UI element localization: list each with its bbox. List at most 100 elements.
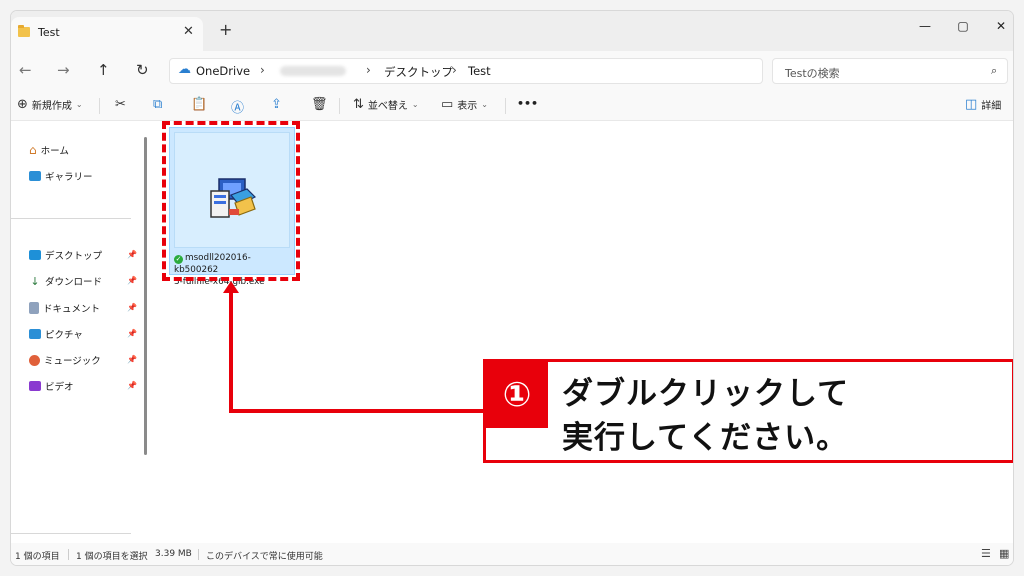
sidebar-item-label: ピクチャ [45, 330, 83, 341]
navigation-pane: ⌂ ホーム ギャラリー デスクトップ 📌 ↓ ダウンロード 📌 ドキュメント 📌… [11, 121, 141, 541]
chevron-down-icon: ⌄ [481, 100, 488, 109]
search-input[interactable]: Testの検索 ⌕ [772, 58, 1008, 84]
picture-icon [29, 329, 41, 339]
sidebar-item-label: デスクトップ [45, 251, 103, 262]
item-count: 1 個の項目 [15, 552, 60, 562]
forward-button[interactable]: → [57, 61, 70, 79]
arrow-line-horizontal [229, 409, 483, 413]
view-icon: ▭ [441, 97, 454, 112]
tab-title: Test [38, 26, 60, 39]
sidebar-item-label: ダウンロード [45, 277, 103, 288]
selected-count: 1 個の項目を選択 [76, 552, 148, 562]
pin-icon: 📌 [127, 381, 137, 390]
sidebar-item-label: ドキュメント [43, 304, 101, 315]
pin-icon: 📌 [127, 250, 137, 259]
home-icon: ⌂ [29, 143, 37, 157]
sidebar-item-label: ビデオ [45, 382, 74, 393]
rename-icon[interactable]: Ⓐ [231, 97, 244, 116]
refresh-button[interactable]: ↻ [136, 61, 149, 79]
new-button[interactable]: ⊕ 新規作成 ⌄ [17, 97, 83, 112]
sort-button[interactable]: ⇅ 並べ替え ⌄ [353, 97, 419, 112]
video-icon [29, 381, 41, 391]
divider [198, 549, 199, 560]
breadcrumb-separator[interactable]: › [452, 63, 457, 77]
sidebar-item-videos[interactable]: ビデオ [29, 379, 74, 393]
sidebar-item-documents[interactable]: ドキュメント [29, 301, 100, 315]
sidebar-scrollbar[interactable] [144, 137, 147, 455]
back-button[interactable]: ← [19, 61, 32, 79]
divider [99, 98, 100, 114]
address-row: ← → ↑ ↻ ☁ OneDrive › › デスクトップ › Test Tes… [11, 51, 1013, 91]
list-view-icon[interactable]: ☰ [981, 547, 991, 560]
new-tab-button[interactable]: + [219, 20, 232, 39]
details-pane-icon: ◫ [965, 97, 978, 112]
pin-icon: 📌 [127, 329, 137, 338]
explorer-window: Test ✕ + — ▢ ✕ ← → ↑ ↻ ☁ OneDrive › › デス… [10, 10, 1014, 566]
title-bar: Test ✕ + — ▢ ✕ [11, 11, 1013, 51]
pin-icon: 📌 [127, 355, 137, 364]
breadcrumb-desktop[interactable]: デスクトップ [384, 64, 453, 80]
blurred-username [280, 66, 346, 76]
instruction-callout: ① ダブルクリックして 実行してください。 [483, 359, 1013, 463]
sort-icon: ⇅ [353, 97, 364, 112]
status-bar: 1 個の項目 1 個の項目を選択 3.39 MB このデバイスで常に使用可能 ☰… [11, 543, 1013, 565]
delete-icon[interactable]: 🗑 [311, 97, 328, 112]
sidebar-item-music[interactable]: ミュージック [29, 353, 101, 367]
breadcrumb-separator[interactable]: › [260, 63, 265, 77]
more-options-icon[interactable]: ••• [517, 97, 538, 110]
sort-label: 並べ替え [367, 101, 408, 112]
details-button[interactable]: ◫ 詳細 [965, 97, 1001, 112]
chevron-down-icon: ⌄ [75, 100, 83, 109]
sidebar-item-label: ホーム [40, 146, 69, 157]
sidebar-item-label: ギャラリー [45, 172, 93, 183]
breadcrumb-test[interactable]: Test [468, 64, 491, 78]
breadcrumb-separator[interactable]: › [366, 63, 371, 77]
view-label: 表示 [457, 101, 478, 112]
divider [11, 533, 131, 534]
view-button[interactable]: ▭ 表示 ⌄ [441, 97, 488, 112]
tile-view-icon[interactable]: ▦ [999, 547, 1009, 560]
folder-icon [18, 25, 30, 37]
tab-test[interactable]: Test ✕ [11, 17, 203, 51]
cloud-icon: ☁ [178, 62, 191, 77]
pin-icon: 📌 [127, 303, 137, 312]
desktop-icon [29, 250, 41, 260]
close-window-button[interactable]: ✕ [983, 15, 1013, 37]
address-bar[interactable]: ☁ OneDrive › › デスクトップ › Test [169, 58, 763, 84]
instruction-line-2: 実行してください。 [562, 420, 849, 456]
availability-status: このデバイスで常に使用可能 [206, 552, 323, 562]
divider [339, 98, 340, 114]
copy-icon[interactable]: ⧉ [153, 97, 162, 112]
music-icon [29, 354, 40, 366]
plus-circle-icon: ⊕ [17, 97, 28, 112]
pin-icon: 📌 [127, 276, 137, 285]
maximize-button[interactable]: ▢ [945, 15, 981, 37]
divider [505, 98, 506, 114]
command-bar: ⊕ 新規作成 ⌄ ✂ ⧉ 📋 Ⓐ ⇪ 🗑 ⇅ 並べ替え ⌄ ▭ 表示 ⌄ •••… [11, 91, 1013, 121]
sidebar-item-pictures[interactable]: ピクチャ [29, 327, 83, 341]
chevron-down-icon: ⌄ [411, 100, 419, 109]
sidebar-item-home[interactable]: ⌂ ホーム [29, 143, 69, 157]
new-label: 新規作成 [31, 101, 72, 112]
details-label: 詳細 [981, 101, 1002, 112]
minimize-button[interactable]: — [907, 15, 943, 37]
tab-close-icon[interactable]: ✕ [183, 24, 194, 39]
divider [11, 218, 131, 219]
document-icon [29, 302, 39, 314]
sidebar-item-label: ミュージック [44, 356, 101, 367]
instruction-line-1: ダブルクリックして [562, 376, 850, 412]
sidebar-item-downloads[interactable]: ↓ ダウンロード [29, 274, 103, 289]
gallery-icon [29, 171, 41, 181]
arrow-line-vertical [229, 287, 233, 413]
search-icon[interactable]: ⌕ [991, 64, 997, 78]
sidebar-item-desktop[interactable]: デスクトップ [29, 248, 102, 262]
search-placeholder: Testの検索 [785, 67, 840, 80]
download-icon: ↓ [30, 274, 40, 288]
up-button[interactable]: ↑ [97, 61, 110, 79]
paste-icon[interactable]: 📋 [191, 97, 207, 112]
breadcrumb-onedrive[interactable]: OneDrive [196, 64, 250, 78]
highlight-dashed-box [162, 121, 300, 281]
share-icon[interactable]: ⇪ [271, 97, 282, 112]
sidebar-item-gallery[interactable]: ギャラリー [29, 169, 93, 183]
cut-icon[interactable]: ✂ [115, 97, 126, 112]
